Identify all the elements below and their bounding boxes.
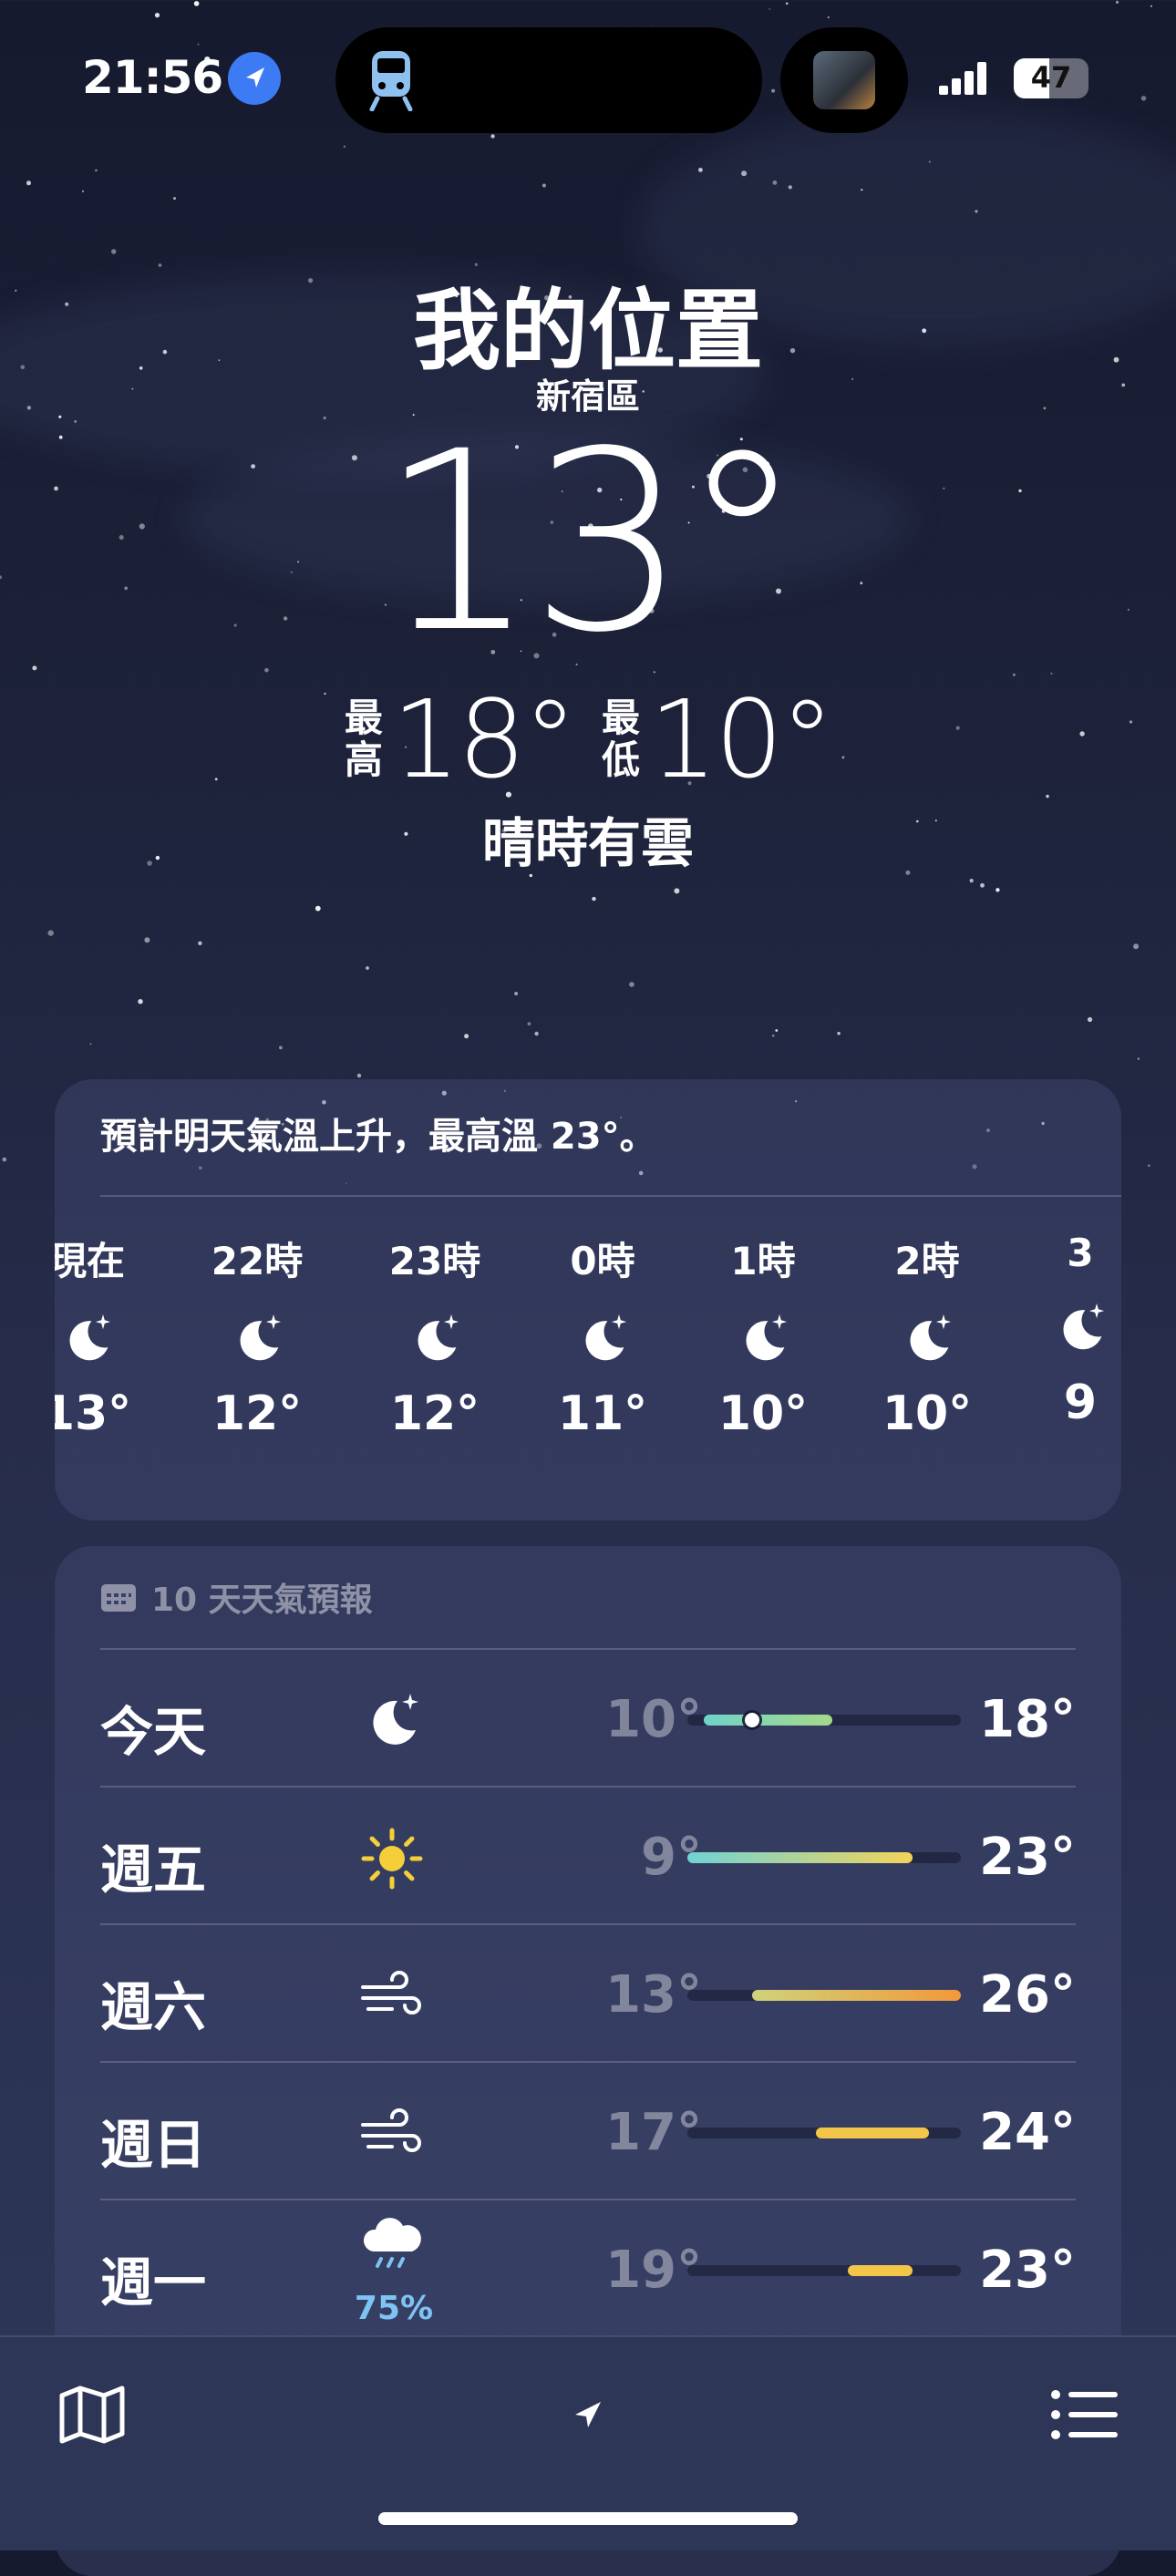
moon-stars-icon [240, 1314, 282, 1361]
temperature-range-bar [687, 1990, 961, 2001]
forecast-row[interactable]: 週五 9° 23° [55, 1786, 1121, 1922]
moon-stars-icon [418, 1314, 459, 1361]
forecast-high: 23° [979, 2241, 1076, 2300]
forecast-row[interactable]: 週六 13° 26° [55, 1923, 1121, 2060]
high-temp: 18° [391, 676, 577, 802]
hourly-forecast-card[interactable]: 預計明天氣溫上升，最高溫 23°。 現在 13° 22時 12° 23時 12° 0時 11°… [55, 1079, 1121, 1520]
current-location-button[interactable] [538, 2365, 638, 2465]
hour-label: 2時 [894, 1239, 960, 1283]
hour-label: 22時 [211, 1239, 304, 1283]
forecast-title: 10 天天氣預報 [151, 1582, 373, 1619]
forecast-row[interactable]: 週一 75% 19° 23° [55, 2199, 1121, 2335]
temperature-range-fill [687, 1852, 913, 1863]
weather-condition: 晴時有雲 [481, 812, 694, 874]
temperature-range-fill [751, 1990, 961, 2001]
temperature-range-fill [816, 2128, 929, 2138]
temperature-range-bar [687, 2265, 961, 2276]
low-temp-group: 最 低 10° [602, 676, 834, 802]
train-icon [369, 51, 413, 111]
forecast-row[interactable]: 今天 10° 18° [55, 1648, 1121, 1785]
current-temp-dot [744, 1713, 759, 1727]
temperature-range-bar [687, 1852, 961, 1863]
moon-stars-icon [585, 1314, 627, 1361]
hour-label: 1時 [730, 1239, 796, 1283]
hour-temp: 12° [389, 1386, 480, 1441]
forecast-day: 週日 [100, 2114, 207, 2176]
high-temp-group: 最 高 18° [344, 676, 577, 802]
home-indicator [378, 2512, 798, 2525]
hour-label: 現在 [55, 1239, 125, 1283]
map-icon [59, 2385, 125, 2444]
calendar-icon [101, 1584, 136, 1612]
forecast-day: 週五 [100, 1839, 207, 1901]
temperature-range-bar [687, 1713, 961, 1727]
forecast-high: 24° [979, 2103, 1076, 2162]
forecast-high: 26° [979, 1965, 1076, 2025]
hourly-item: 23時 12° [362, 1231, 508, 1441]
location-services-icon [228, 52, 281, 105]
forecast-high: 18° [979, 1690, 1076, 1749]
precipitation-chance: 75% [354, 2290, 434, 2327]
map-button[interactable] [42, 2365, 142, 2465]
moon-stars-icon [69, 1314, 111, 1361]
rain-cloud-icon [363, 2218, 421, 2268]
hourly-item: 1時 10° [690, 1231, 836, 1441]
moon-stars-icon [746, 1314, 788, 1361]
hour-label: 0時 [570, 1239, 635, 1283]
forecast-day: 今天 [100, 1701, 207, 1763]
temperature-range-fill [703, 1715, 832, 1726]
low-label-char-1: 最 [602, 695, 641, 740]
high-low-temps: 最 高 18° 最 低 10° [0, 676, 1176, 802]
temperature-range-bar [687, 2128, 961, 2138]
status-time: 21:56 [82, 51, 223, 104]
low-label: 最 低 [602, 695, 644, 782]
current-temperature: 13° [378, 399, 804, 687]
divider [100, 1195, 1121, 1197]
low-label-char-2: 低 [602, 737, 641, 782]
cellular-signal-icon [939, 62, 986, 95]
hourly-item: 2時 10° [854, 1231, 1000, 1441]
sun-icon [361, 1828, 423, 1890]
high-label-char-2: 高 [344, 737, 383, 782]
high-label-char-1: 最 [344, 695, 383, 740]
hour-temp: 10° [882, 1386, 973, 1441]
forecast-day: 週一 [100, 2251, 207, 2313]
forecast-header: 10 天天氣預報 [100, 1573, 373, 1621]
high-label: 最 高 [344, 695, 387, 782]
forecast-day: 週六 [100, 1976, 207, 2038]
battery-level: 47 [1030, 60, 1072, 95]
hour-label: 3 [1067, 1231, 1094, 1275]
hourly-item: 22時 12° [184, 1231, 330, 1441]
temperature-range-fill [848, 2265, 913, 2276]
hourly-item: 現在 13° [55, 1231, 160, 1441]
moon-stars-icon [910, 1314, 952, 1361]
hour-temp: 9 [1063, 1376, 1098, 1430]
hour-temp: 13° [55, 1386, 132, 1441]
battery-indicator: 47 [1014, 58, 1088, 98]
hour-temp: 11° [557, 1386, 648, 1441]
forecast-high: 23° [979, 1828, 1076, 1887]
hour-temp: 12° [211, 1386, 303, 1441]
hour-label: 23時 [388, 1239, 481, 1283]
moon-stars-icon [373, 1694, 418, 1745]
hour-temp: 10° [717, 1386, 809, 1441]
hourly-item: 39 [1007, 1231, 1121, 1430]
hourly-item: 0時 11° [530, 1231, 676, 1441]
low-temp: 10° [649, 676, 834, 802]
moon-stars-icon [1063, 1303, 1105, 1350]
location-list-button[interactable] [1034, 2365, 1134, 2465]
forecast-summary: 預計明天氣溫上升，最高溫 23°。 [100, 1116, 656, 1158]
list-icon [1051, 2390, 1118, 2439]
wind-icon [361, 2108, 421, 2152]
forecast-row[interactable]: 週日 17° 24° [55, 2061, 1121, 2198]
wind-icon [361, 1971, 421, 2014]
album-art-thumbnail [813, 51, 875, 109]
location-arrow-icon [575, 2402, 601, 2427]
